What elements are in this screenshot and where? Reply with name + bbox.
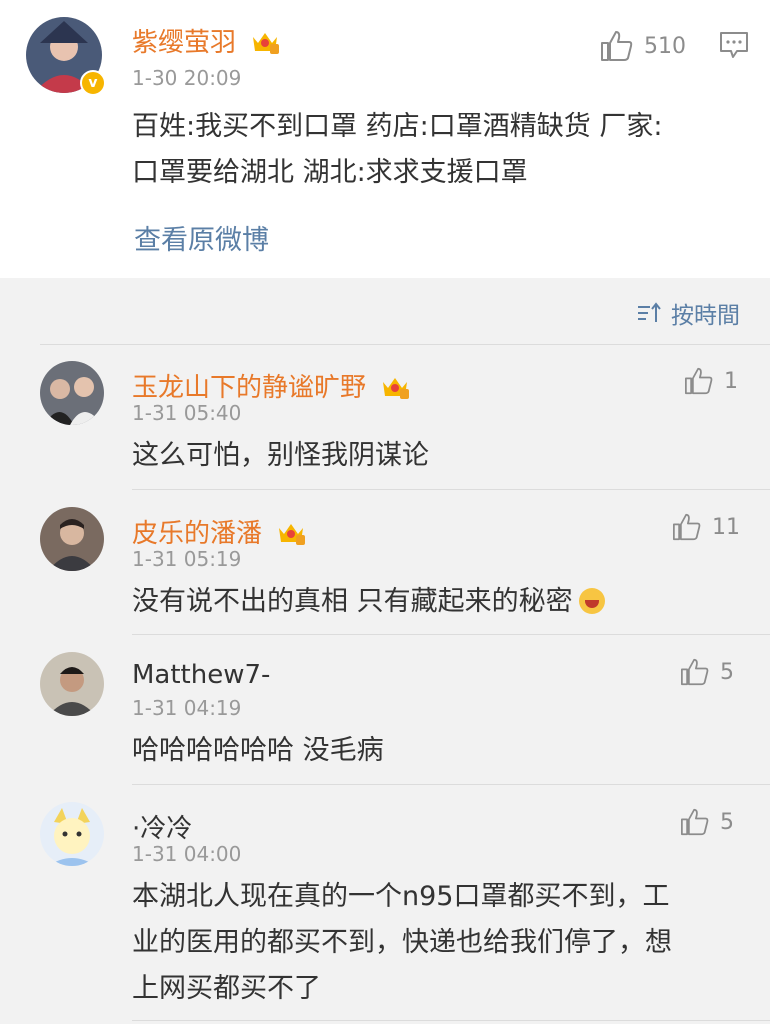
comment-like-count: 5: [720, 809, 734, 835]
post-time: 1-30 20:09: [132, 66, 242, 90]
comment-text: 哈哈哈哈哈哈 没毛病: [132, 735, 384, 766]
commenter-avatar[interactable]: [40, 652, 104, 716]
comment-text: 本湖北人现在真的一个n95口罩都买不到，工 业的医用的都买不到，快递也给我们停了…: [132, 874, 672, 1012]
crown-icon: [276, 520, 306, 553]
comment-text-line: 业的医用的都买不到，快递也给我们停了，想: [132, 927, 672, 958]
laugh-cry-emoji: [578, 588, 605, 614]
comment-time: 1-31 05:19: [132, 547, 242, 571]
comment-text: 这么可怕，别怪我阴谋论: [132, 440, 429, 471]
post-author-name[interactable]: 紫缨萤羽: [132, 22, 280, 62]
commenter-name[interactable]: ·冷冷: [132, 808, 192, 845]
crown-icon: [380, 374, 410, 407]
comment-text-line: 上网买都买不了: [132, 973, 321, 1004]
verified-badge: v: [80, 70, 106, 96]
sort-toggle[interactable]: 按時間: [637, 296, 740, 330]
comment-like-button[interactable]: 5: [680, 808, 734, 836]
divider: [132, 489, 770, 490]
comment-text-content: 没有说不出的真相 只有藏起来的秘密: [132, 586, 573, 617]
commenter-name-text: 玉龙山下的静谧旷野: [132, 373, 367, 403]
comment-time: 1-31 05:40: [132, 401, 242, 425]
divider: [132, 784, 770, 785]
comment-text: 没有说不出的真相 只有藏起来的秘密: [132, 579, 605, 625]
view-original-link[interactable]: 查看原微博: [134, 218, 269, 257]
post-text: 百姓:我买不到口罩 药店:口罩酒精缺货 厂家: 口罩要给湖北 湖北:求求支援口罩: [132, 104, 662, 196]
comment-time: 1-31 04:00: [132, 842, 242, 866]
commenter-avatar[interactable]: [40, 507, 104, 571]
thumbs-up-icon: [681, 658, 709, 686]
thumbs-up-icon: [681, 808, 709, 836]
post-like-button[interactable]: 510: [600, 30, 686, 62]
divider: [132, 634, 770, 635]
sort-icon: [638, 302, 661, 322]
divider: [132, 1020, 770, 1021]
commenter-avatar[interactable]: [40, 802, 104, 866]
thumbs-up-icon: [601, 31, 633, 61]
comment-like-count: 11: [712, 514, 740, 540]
comment-like-count: 1: [724, 368, 738, 394]
commenter-name[interactable]: Matthew7-: [132, 660, 270, 690]
comment-like-button[interactable]: 11: [672, 513, 740, 541]
commenter-name-text: 皮乐的潘潘: [132, 519, 263, 549]
comment-like-button[interactable]: 5: [680, 658, 734, 686]
commenter-avatar[interactable]: [40, 361, 104, 425]
comment-like-count: 5: [720, 659, 734, 685]
sort-label: 按時間: [671, 303, 740, 329]
comment-text-line: 本湖北人现在真的一个n95口罩都买不到，工: [132, 881, 670, 912]
post-like-count: 510: [644, 33, 686, 59]
original-post: v 紫缨萤羽 1-30 20:09 510 百姓:我买不到口罩 药店:口罩酒精缺…: [0, 0, 770, 278]
post-text-line: 口罩要给湖北 湖北:求求支援口罩: [132, 157, 528, 188]
divider: [40, 344, 770, 345]
comment-icon[interactable]: [719, 30, 749, 64]
comment-like-button[interactable]: 1: [684, 367, 738, 395]
crown-icon: [250, 29, 280, 62]
thumbs-up-icon: [673, 513, 701, 541]
post-text-line: 百姓:我买不到口罩 药店:口罩酒精缺货 厂家:: [132, 111, 663, 142]
comment-time: 1-31 04:19: [132, 696, 242, 720]
post-author-name-text: 紫缨萤羽: [132, 28, 237, 58]
thumbs-up-icon: [685, 367, 713, 395]
